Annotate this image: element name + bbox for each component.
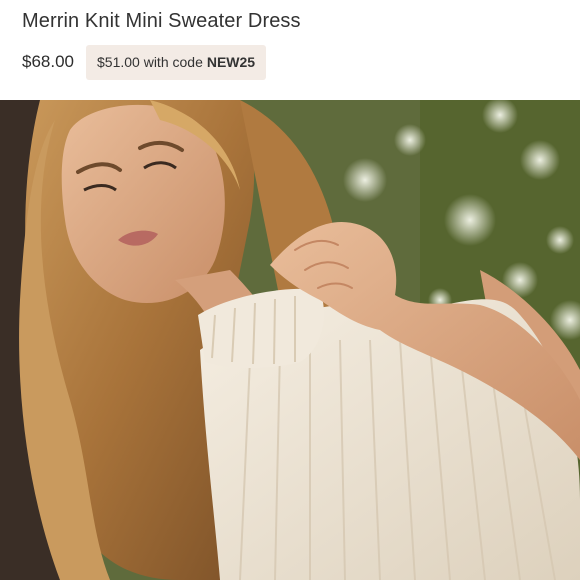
price-row: $68.00 $51.00 with code NEW25 (22, 44, 267, 80)
product-price: $68.00 (22, 52, 74, 71)
product-photo[interactable] (0, 100, 580, 580)
promo-code: NEW25 (206, 54, 256, 70)
product-title: Merrin Knit Mini Sweater Dress (22, 10, 301, 32)
promo-price-text: $51.00 with code (97, 54, 203, 70)
promo-badge: $51.00 with code NEW25 (86, 44, 267, 80)
product-photo-illustration (0, 100, 580, 580)
